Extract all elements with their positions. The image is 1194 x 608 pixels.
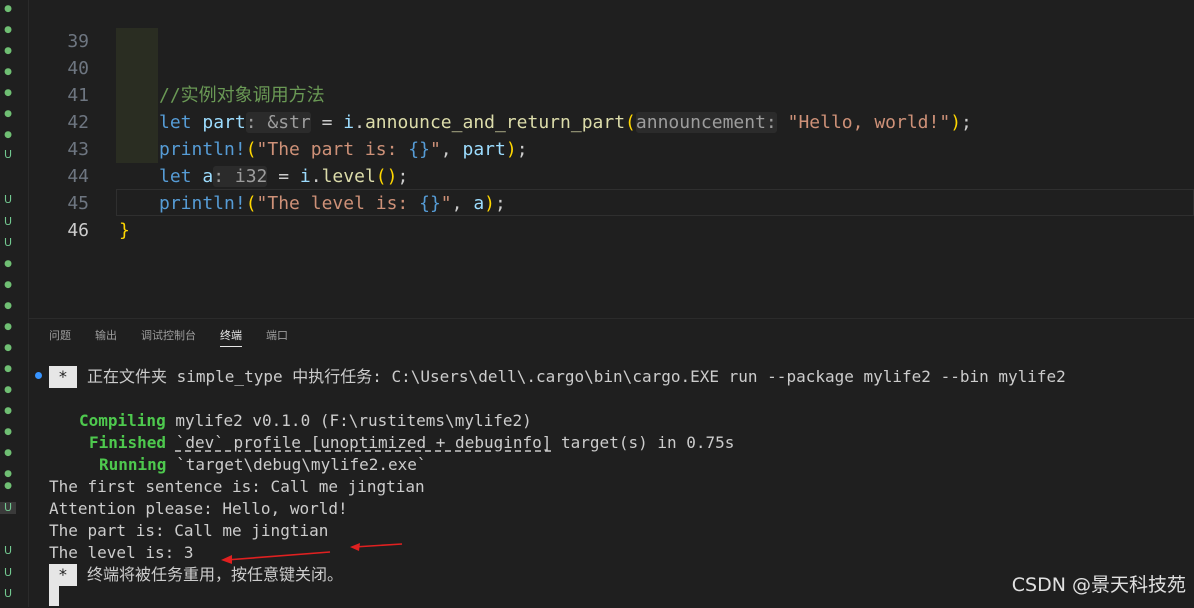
annotation-arrows bbox=[221, 543, 403, 564]
csdn-watermark: CSDN @景天科技苑 bbox=[1011, 574, 1186, 596]
arrow-lower bbox=[221, 551, 331, 564]
arrow-upper bbox=[350, 543, 403, 551]
